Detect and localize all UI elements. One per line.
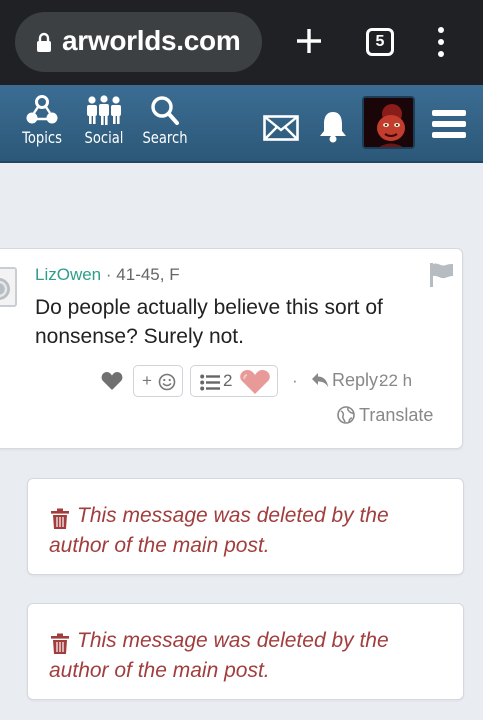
site-navbar: Topics Social Search [0, 85, 483, 163]
nav-topics-label: Topics [22, 128, 62, 147]
smiley-icon [158, 373, 176, 391]
hamburger-icon[interactable] [431, 107, 467, 141]
plus-icon[interactable] [294, 26, 324, 56]
nav-social[interactable]: Social [78, 95, 130, 147]
tab-switcher-icon[interactable]: 5 [366, 28, 394, 56]
kebab-menu-icon[interactable] [432, 26, 450, 58]
lock-icon [37, 32, 51, 52]
username-link[interactable]: LizOwen [35, 265, 101, 284]
comment-actions: + 2 · Reply· 22 h [0, 365, 464, 399]
globe-icon [337, 406, 355, 424]
mail-icon[interactable] [263, 115, 299, 141]
social-icon [87, 95, 121, 125]
translate-button[interactable]: Translate [337, 405, 433, 426]
reply-button[interactable]: Reply· [311, 370, 384, 391]
heart-reaction-icon [240, 370, 270, 394]
translate-label: Translate [359, 405, 434, 425]
search-icon [151, 96, 179, 125]
user-age-gender: 41-45, F [116, 265, 180, 284]
nav-search-label: Search [142, 128, 188, 147]
tab-count: 5 [375, 33, 385, 50]
commenter-avatar[interactable] [0, 267, 17, 307]
nav-topics[interactable]: Topics [14, 95, 70, 147]
nav-social-label: Social [84, 128, 124, 147]
comment-meta: LizOwen · 41-45, F [35, 265, 180, 285]
deleted-message-text: This message was deleted by the author o… [49, 629, 389, 682]
reply-label: Reply [332, 370, 379, 390]
meta-separator: · [105, 265, 112, 284]
nav-search[interactable]: Search [137, 95, 193, 147]
browser-toolbar: arworlds.com 5 [0, 0, 483, 85]
deleted-message-card: This message was deleted by the author o… [27, 478, 464, 575]
deleted-message-text: This message was deleted by the author o… [49, 504, 389, 557]
avatar[interactable] [362, 96, 415, 149]
reaction-count: 2 [223, 371, 233, 390]
add-reaction-plus: + [142, 371, 152, 390]
comment-card: LizOwen · 41-45, F Do people actually be… [0, 248, 463, 449]
default-avatar-icon [0, 278, 10, 300]
deleted-message-card: This message was deleted by the author o… [27, 603, 464, 700]
flag-icon[interactable] [428, 261, 454, 287]
action-separator: · [292, 371, 298, 390]
bell-icon[interactable] [317, 109, 349, 143]
heart-icon[interactable] [101, 371, 123, 391]
url-text[interactable]: arworlds.com [62, 25, 257, 57]
add-reaction-button[interactable]: + [133, 365, 183, 397]
topics-icon [26, 95, 58, 124]
comment-time: 22 h [379, 371, 413, 390]
reaction-list-button[interactable]: 2 [190, 365, 278, 397]
avatar-image [364, 98, 413, 147]
list-icon [200, 374, 220, 391]
reply-icon [312, 373, 328, 387]
comment-text: Do people actually believe this sort of … [35, 296, 383, 348]
